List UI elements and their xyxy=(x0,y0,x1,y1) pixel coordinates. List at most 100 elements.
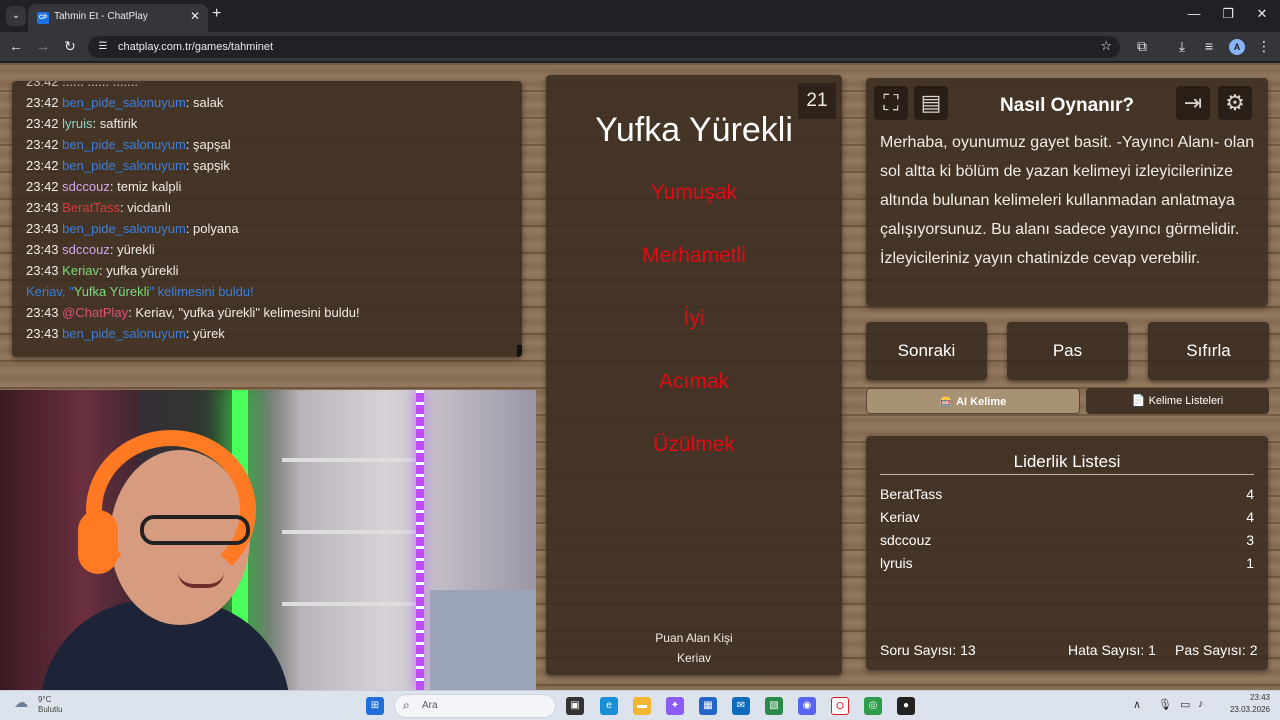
chat-message: 23:43 Keriav: yufka yürekli xyxy=(26,260,508,281)
weather-condition: Bulutlu xyxy=(38,705,63,714)
forbidden-word: Merhametli xyxy=(642,244,746,267)
chat-message: 23:42 ben_pide_salonuyum: şapşik xyxy=(26,155,508,176)
bookmark-star-icon[interactable]: ☆ xyxy=(1100,38,1112,54)
chat-text: : yürekli xyxy=(109,242,155,257)
active-tab[interactable]: CP Tahmin Et - ChatPlay ✕ xyxy=(28,4,208,32)
chat-message: 23:42 lyruis: saftirik xyxy=(26,113,508,134)
weather-temp: 9°C xyxy=(38,695,52,704)
pass-button[interactable]: Pas xyxy=(1007,322,1128,380)
chat-cut-line: 23:42 ...... ...... ....... xyxy=(26,81,138,89)
chat-text: : temiz kalpli xyxy=(109,179,182,194)
forbidden-word: Yumuşak xyxy=(650,181,738,204)
file-explorer-icon[interactable]: ▬ xyxy=(633,697,651,715)
chat-message: 23:42 ben_pide_salonuyum: şapşal xyxy=(26,134,508,155)
webcam-glasses xyxy=(140,515,250,545)
outlook-icon[interactable]: ✉ xyxy=(732,697,750,715)
forward-arrow-icon[interactable]: → xyxy=(35,38,51,54)
taskbar-clock[interactable]: 23:43 23.03.2026 xyxy=(1222,692,1270,716)
edge-icon[interactable]: e xyxy=(600,697,618,715)
discord-icon[interactable]: ◉ xyxy=(798,697,816,715)
chat-time: 23:43 xyxy=(26,326,59,341)
restore-button[interactable]: ❐ xyxy=(1218,6,1238,22)
target-word: Yufka Yürekli xyxy=(595,111,793,149)
tab-search-button[interactable]: ⌄ xyxy=(6,6,26,26)
media-control-icon[interactable]: ≡ xyxy=(1201,38,1217,54)
address-bar[interactable]: ☰ chatplay.com.tr/games/tahminet ☆ xyxy=(88,36,1120,58)
task-view-icon[interactable]: ▣ xyxy=(566,697,584,715)
volume-icon[interactable]: ♪ xyxy=(1198,698,1204,710)
word-lists-button[interactable]: 📄 Kelime Listeleri xyxy=(1086,388,1269,414)
close-tab-icon[interactable]: ✕ xyxy=(190,9,200,23)
site-info-icon[interactable]: ☰ xyxy=(96,40,110,54)
opera-icon[interactable]: O xyxy=(831,697,849,715)
forbidden-word: Üzülmek xyxy=(653,433,735,456)
chat-message: 23:43 BeratTass: vicdanlı xyxy=(26,197,508,218)
close-window-button[interactable]: ✕ xyxy=(1252,6,1272,22)
webcam-feed xyxy=(0,390,536,690)
photos-icon[interactable]: ▧ xyxy=(765,697,783,715)
chat-time: 23:42 xyxy=(26,137,59,152)
reset-button[interactable]: Sıfırla xyxy=(1148,322,1269,380)
weather-text: 9°C Bulutlu xyxy=(38,695,62,715)
chat-username: ben_pide_salonuyum xyxy=(62,158,186,173)
forbidden-word: İyi xyxy=(683,307,705,330)
menu-kebab-icon[interactable]: ⋮ xyxy=(1256,38,1272,55)
chat-time: 23:43 xyxy=(26,305,59,320)
obs-icon[interactable]: ● xyxy=(897,697,915,715)
leaderboard-row: Keriav 4 xyxy=(880,509,1254,529)
leaderboard-score: 1 xyxy=(1246,555,1254,571)
chat-username: @ChatPlay xyxy=(62,305,129,320)
chat-time: 23:43 xyxy=(26,221,59,236)
leaderboard-score: 3 xyxy=(1246,532,1254,548)
scorer-title: Puan Alan Kişi xyxy=(655,631,733,645)
how-to-play-panel: ⛶ ▤ Nasıl Oynanır? ⇥ ⚙ Merhaba, oyunumuz… xyxy=(866,78,1268,306)
cloud-icon: ☁ xyxy=(14,694,28,710)
chat-message: 23:43 ben_pide_salonuyum: yürek xyxy=(26,323,508,344)
chat-username: sdccouz xyxy=(62,242,110,257)
logout-icon[interactable]: ⇥ xyxy=(1176,86,1210,120)
ai-word-button[interactable]: 🎰 AI Kelime xyxy=(866,388,1080,414)
extensions-icon[interactable]: ⧉ xyxy=(1134,38,1150,55)
search-icon: ⌕ xyxy=(403,698,410,712)
profile-avatar[interactable]: A xyxy=(1229,39,1245,55)
chat-username: ben_pide_salonuyum xyxy=(62,137,186,152)
chat-time: 23:43 xyxy=(26,200,59,215)
tab-bar: ⌄ CP Tahmin Et - ChatPlay ✕ + — ❐ ✕ xyxy=(0,0,1280,32)
chat-text: : şapşik xyxy=(185,158,230,173)
chat-username: BeratTass xyxy=(62,200,120,215)
chat-username: ben_pide_salonuyum xyxy=(62,95,186,110)
chat-time: 23:42 xyxy=(26,158,59,173)
new-tab-button[interactable]: + xyxy=(212,5,221,23)
next-button[interactable]: Sonraki xyxy=(866,322,987,380)
chat-time: 23:43 xyxy=(26,242,59,257)
chat-time: 23:42 xyxy=(26,95,59,110)
question-count: Soru Sayısı: 13 xyxy=(880,642,976,658)
chrome-icon[interactable]: ◎ xyxy=(864,697,882,715)
reload-icon[interactable]: ↻ xyxy=(62,38,78,55)
chat-panel: 23:42 ...... ...... ....... 23:42 ben_pi… xyxy=(12,81,522,357)
chat-text: : Keriav, "yufka yürekli" kelimesini bul… xyxy=(128,305,360,320)
chat-scrollbar[interactable] xyxy=(517,345,522,357)
leaderboard-row: lyruis 1 xyxy=(880,555,1254,575)
store-icon[interactable]: ▦ xyxy=(699,697,717,715)
leaderboard-name: Keriav xyxy=(880,509,920,525)
taskbar-search[interactable]: ⌕ Ara xyxy=(394,694,556,718)
chat-message: 23:43 sdccouz: yürekli xyxy=(26,239,508,260)
settings-gear-icon[interactable]: ⚙ xyxy=(1218,86,1252,120)
download-icon[interactable]: ⤓ xyxy=(1174,38,1190,55)
windows-start-icon[interactable]: ⊞ xyxy=(366,697,384,715)
network-icon[interactable]: ▭ xyxy=(1180,698,1190,711)
chat-message: 23:42 ben_pide_salonuyum: salak xyxy=(26,92,508,113)
error-count: Hata Sayısı: 1 xyxy=(1068,642,1156,658)
forbidden-word: Acımak xyxy=(658,370,729,393)
microphone-icon[interactable]: 🎙 xyxy=(1158,698,1172,711)
leaderboard-name: sdccouz xyxy=(880,532,932,548)
back-arrow-icon[interactable]: ← xyxy=(8,38,24,54)
chat-bot-message: 23:43 @ChatPlay: Keriav, "yufka yürekli"… xyxy=(26,302,508,323)
chat-message: 23:43 ben_pide_salonuyum: polyana xyxy=(26,218,508,239)
chat-username: ben_pide_salonuyum xyxy=(62,326,186,341)
copilot-icon[interactable]: ✦ xyxy=(666,697,684,715)
tray-chevron-icon[interactable]: ∧ xyxy=(1133,698,1141,711)
minimize-button[interactable]: — xyxy=(1184,6,1204,21)
webcam-light-strip xyxy=(416,390,424,690)
